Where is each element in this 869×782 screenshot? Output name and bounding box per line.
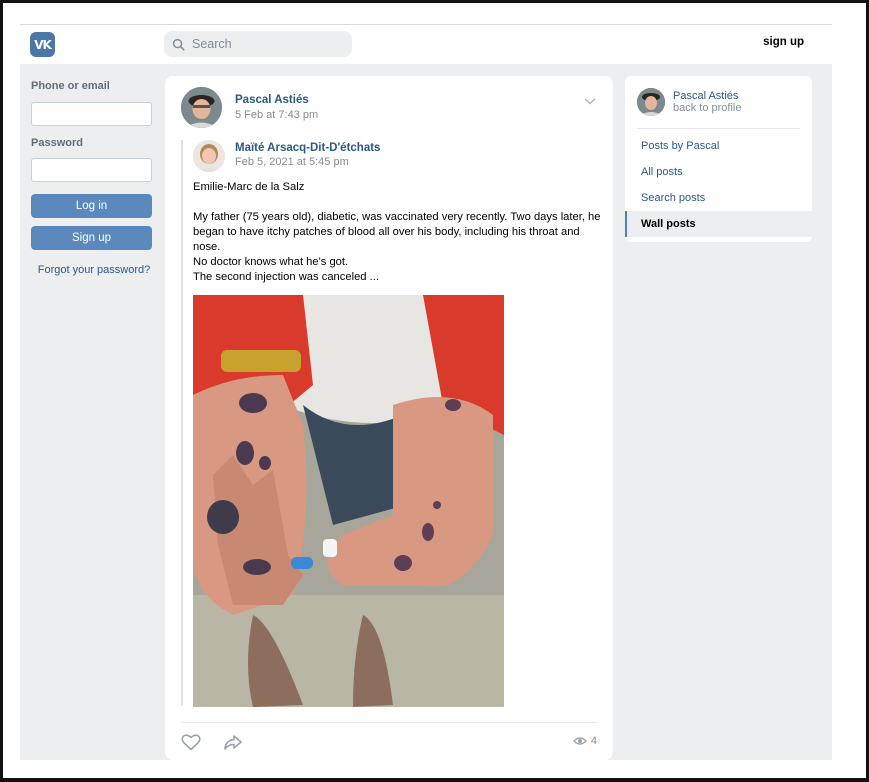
share-icon[interactable]	[223, 733, 243, 751]
sidebar-item-wall-posts[interactable]: Wall posts	[625, 211, 812, 237]
post-date[interactable]: 5 Feb at 7:43 pm	[235, 109, 318, 121]
sidebar-item-search-posts[interactable]: Search posts	[625, 185, 812, 211]
vk-logo-icon[interactable]: VK	[30, 32, 55, 57]
chevron-down-icon[interactable]	[583, 96, 597, 106]
wall-post: Pascal Astiés 5 Feb at 7:43 pm Maïté Ars…	[165, 76, 613, 760]
search-input[interactable]: Search	[164, 31, 352, 57]
sidebar-profile-name[interactable]: Pascal Astiés	[673, 90, 738, 102]
password-label: Password	[31, 137, 83, 149]
eye-icon	[572, 737, 587, 745]
post-text-paragraph: My father (75 years old), diabetic, was …	[193, 211, 601, 253]
signup-link[interactable]: sign up	[763, 36, 804, 48]
search-placeholder: Search	[192, 37, 232, 51]
forgot-password-link[interactable]: Forgot your password?	[32, 264, 156, 276]
phone-label: Phone or email	[31, 80, 110, 92]
signup-button[interactable]: Sign up	[31, 226, 152, 250]
repost-date[interactable]: Feb 5, 2021 at 5:45 pm	[235, 156, 349, 168]
post-photo[interactable]	[193, 295, 504, 707]
repost-author-avatar[interactable]	[193, 140, 225, 172]
phone-email-input[interactable]	[31, 102, 152, 126]
post-text-line: Emilie-Marc de la Salz	[193, 181, 305, 193]
post-text: Emilie-Marc de la Salz My father (75 yea…	[193, 180, 603, 285]
sidebar-item-all-posts[interactable]: All posts	[625, 159, 812, 185]
repost-divider	[181, 140, 183, 706]
search-icon	[172, 38, 185, 50]
repost-author-name[interactable]: Maïté Arsacq-Dit-D'étchats	[235, 142, 380, 154]
author-avatar[interactable]	[181, 87, 222, 128]
sidebar-avatar[interactable]	[637, 88, 665, 116]
post-footer: 4	[181, 722, 597, 760]
post-author-name[interactable]: Pascal Astiés	[235, 94, 309, 106]
login-button[interactable]: Log in	[31, 194, 152, 218]
post-text-line: The second injection was canceled ...	[193, 271, 379, 283]
sidebar-separator	[637, 128, 800, 129]
top-bar: VK Search sign up	[20, 24, 832, 64]
login-panel: Phone or email Password Log in Sign up F…	[31, 80, 153, 276]
sidebar-item-posts-by-pascal[interactable]: Posts by Pascal	[625, 133, 812, 159]
profile-sidebar: Pascal Astiés back to profile Posts by P…	[625, 76, 812, 242]
password-input[interactable]	[31, 158, 152, 182]
back-to-profile-link[interactable]: back to profile	[673, 102, 741, 114]
heart-icon[interactable]	[181, 733, 201, 751]
views-counter: 4	[572, 735, 597, 747]
post-text-line: No doctor knows what he's got.	[193, 256, 349, 268]
views-count: 4	[590, 735, 597, 747]
